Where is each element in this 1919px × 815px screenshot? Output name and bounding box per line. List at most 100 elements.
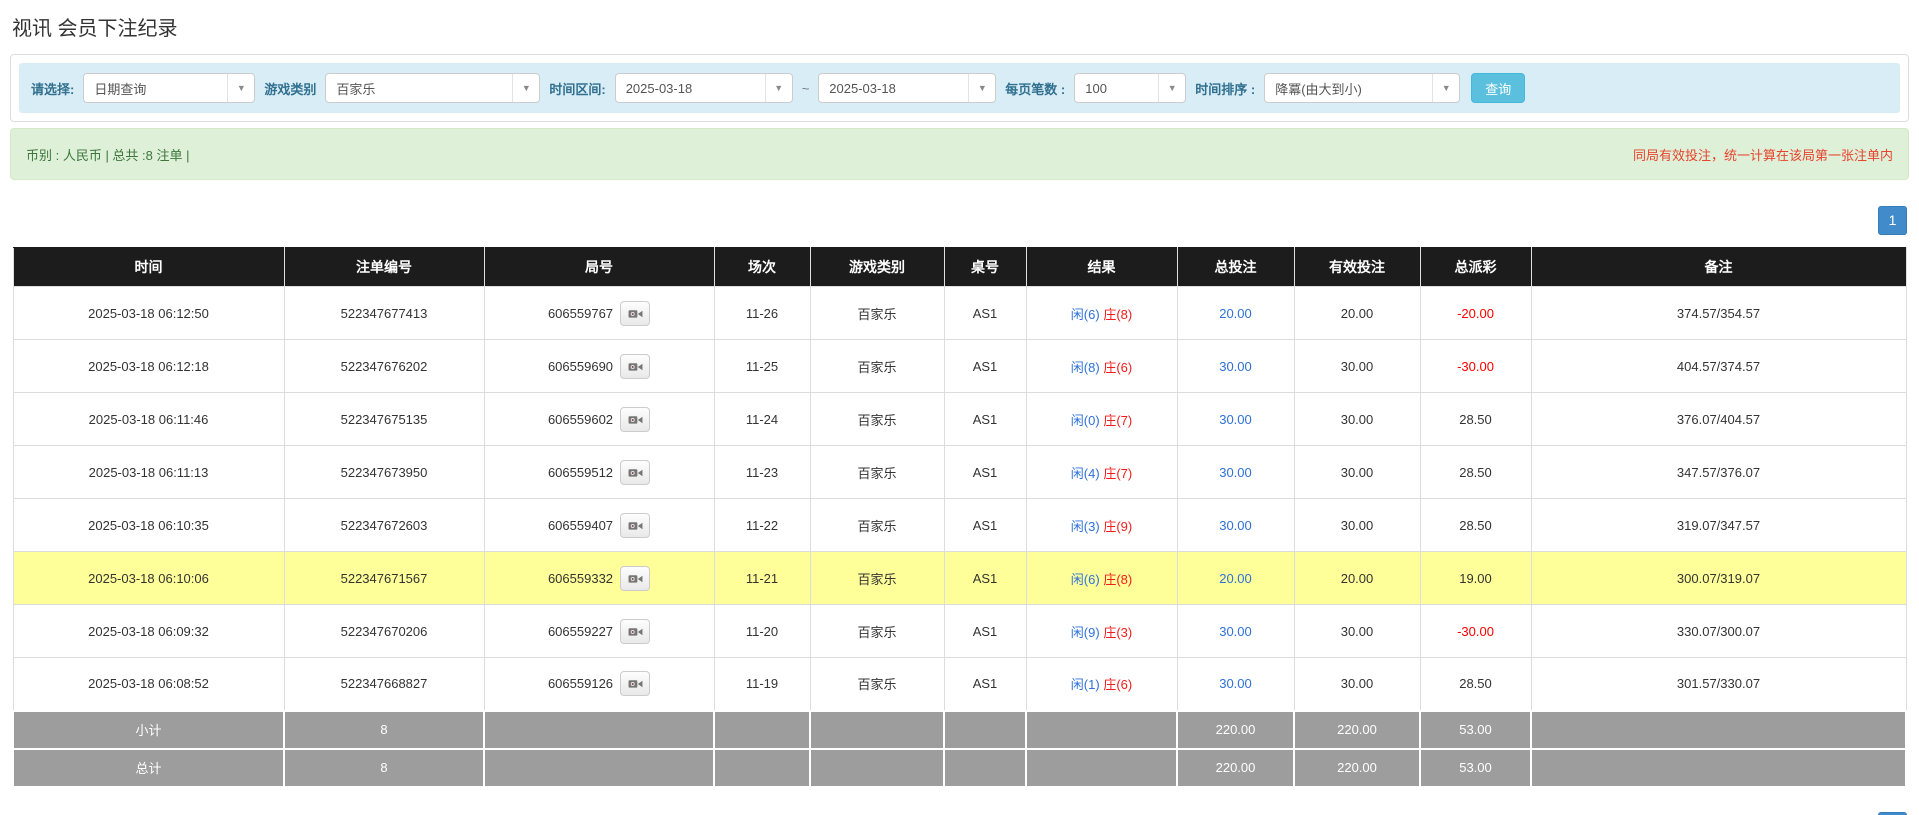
cell-total-bet-link[interactable]: 30.00 — [1176, 498, 1295, 552]
grandtotal-row: 总计 8 220.00 220.00 53.00 — [12, 747, 1907, 788]
result-banker: 庄(7) — [1103, 465, 1133, 481]
filter-bar: 请选择: 日期查询 ▼ 游戏类别 百家乐 ▼ 时间区间: 2025-03-18 … — [19, 63, 1900, 113]
video-replay-button[interactable] — [620, 406, 651, 432]
cell-total-bet-link[interactable]: 20.00 — [1176, 551, 1295, 605]
cell-result: 闲(3) 庄(9) — [1025, 498, 1178, 552]
pagination-bottom: 1 — [12, 811, 1907, 815]
result-banker: 庄(8) — [1103, 571, 1133, 587]
cell-total-bet-link[interactable]: 30.00 — [1176, 604, 1295, 658]
cell-session: 11-26 — [713, 286, 811, 340]
date-to-picker[interactable]: 2025-03-18 ▼ — [818, 73, 997, 103]
video-camera-icon — [628, 362, 642, 371]
cell-remark: 300.07/319.07 — [1530, 551, 1907, 605]
cell-total-bet-link[interactable]: 30.00 — [1176, 392, 1295, 446]
column-header-round-no: 局号 — [483, 247, 715, 287]
cell-game: 百家乐 — [809, 392, 945, 446]
cell-valid-bet: 30.00 — [1293, 445, 1421, 499]
cell-bet-no: 522347677413 — [283, 286, 485, 340]
cell-bet-no: 522347676202 — [283, 339, 485, 393]
select-type-label: 请选择: — [31, 81, 75, 97]
page-title: 视讯 会员下注纪录 — [12, 18, 178, 40]
cell-table-no: AS1 — [943, 392, 1027, 446]
game-category-label: 游戏类别 — [264, 81, 317, 97]
cell-bet-no: 522347672603 — [283, 498, 485, 552]
cell-total-bet-link[interactable]: 30.00 — [1176, 657, 1295, 711]
cell-session: 11-20 — [713, 604, 811, 658]
cell-remark: 376.07/404.57 — [1530, 392, 1907, 446]
cell-remark: 404.57/374.57 — [1530, 339, 1907, 393]
cell-result: 闲(0) 庄(7) — [1025, 392, 1178, 446]
video-replay-button[interactable] — [620, 512, 651, 538]
video-replay-button[interactable] — [620, 671, 651, 697]
cell-bet-no: 522347668827 — [283, 657, 485, 711]
cell-remark: 374.57/354.57 — [1530, 286, 1907, 340]
cell-table-no: AS1 — [943, 604, 1027, 658]
page-size-dropdown[interactable]: 100 ▼ — [1074, 73, 1187, 103]
video-camera-icon — [628, 521, 642, 530]
round-number: 606559227 — [547, 623, 614, 639]
result-player: 闲(0) — [1070, 412, 1100, 428]
cell-result: 闲(6) 庄(8) — [1025, 286, 1178, 340]
time-sort-dropdown[interactable]: 降冪(由大到小) ▼ — [1264, 73, 1461, 103]
video-replay-button[interactable] — [620, 618, 651, 644]
chevron-down-icon: ▼ — [227, 74, 254, 102]
cell-payout: -30.00 — [1419, 604, 1532, 658]
pagination-top: 1 — [12, 206, 1907, 235]
cell-valid-bet: 20.00 — [1293, 551, 1421, 605]
query-type-dropdown[interactable]: 日期查询 ▼ — [83, 73, 256, 103]
cell-game: 百家乐 — [809, 551, 945, 605]
column-header-game: 游戏类别 — [809, 247, 945, 287]
video-replay-button[interactable] — [620, 565, 651, 591]
result-player: 闲(6) — [1070, 306, 1100, 322]
filter-panel: 请选择: 日期查询 ▼ 游戏类别 百家乐 ▼ 时间区间: 2025-03-18 … — [10, 54, 1909, 122]
result-banker: 庄(8) — [1103, 306, 1133, 322]
video-camera-icon — [628, 468, 642, 477]
cell-round-no: 606559332 — [483, 551, 715, 605]
cell-table-no: AS1 — [943, 657, 1027, 711]
cell-game: 百家乐 — [809, 604, 945, 658]
page-size-label: 每页笔数 : — [1005, 81, 1066, 97]
column-header-valid-bet: 有效投注 — [1293, 247, 1421, 287]
column-header-result: 结果 — [1025, 247, 1178, 287]
time-sort-label: 时间排序 : — [1195, 81, 1256, 97]
cell-round-no: 606559602 — [483, 392, 715, 446]
video-replay-button[interactable] — [620, 300, 651, 326]
cell-bet-no: 522347673950 — [283, 445, 485, 499]
column-header-time: 时间 — [12, 247, 285, 287]
date-from-picker[interactable]: 2025-03-18 ▼ — [614, 73, 793, 103]
cell-payout: 19.00 — [1419, 551, 1532, 605]
result-player: 闲(6) — [1070, 571, 1100, 587]
cell-total-bet-link[interactable]: 30.00 — [1176, 445, 1295, 499]
cell-time: 2025-03-18 06:11:13 — [12, 445, 285, 499]
cell-payout: 28.50 — [1419, 657, 1532, 711]
cell-result: 闲(4) 庄(7) — [1025, 445, 1178, 499]
cell-session: 11-22 — [713, 498, 811, 552]
table-row: 2025-03-18 06:11:46 522347675135 6065596… — [12, 392, 1907, 446]
cell-total-bet-link[interactable]: 20.00 — [1176, 286, 1295, 340]
cell-remark: 347.57/376.07 — [1530, 445, 1907, 499]
query-button[interactable]: 查询 — [1471, 73, 1526, 103]
cell-payout: 28.50 — [1419, 498, 1532, 552]
cell-payout: 28.50 — [1419, 392, 1532, 446]
page-1-button[interactable]: 1 — [1878, 206, 1907, 235]
page-1-button-bottom[interactable]: 1 — [1878, 811, 1907, 815]
result-banker: 庄(6) — [1103, 359, 1133, 375]
cell-round-no: 606559126 — [483, 657, 715, 711]
cell-valid-bet: 30.00 — [1293, 657, 1421, 711]
subtotal-payout: 53.00 — [1419, 709, 1532, 750]
game-category-dropdown[interactable]: 百家乐 ▼ — [325, 73, 541, 103]
table-header-row: 时间 注单编号 局号 场次 游戏类别 桌号 结果 总投注 有效投注 总派彩 备注 — [12, 247, 1907, 287]
video-replay-button[interactable] — [620, 459, 651, 485]
cell-valid-bet: 20.00 — [1293, 286, 1421, 340]
video-replay-button[interactable] — [620, 353, 651, 379]
cell-result: 闲(8) 庄(6) — [1025, 339, 1178, 393]
cell-total-bet-link[interactable]: 30.00 — [1176, 339, 1295, 393]
table-body: 2025-03-18 06:12:50 522347677413 6065597… — [12, 286, 1907, 711]
round-number: 606559602 — [547, 411, 614, 427]
cell-time: 2025-03-18 06:11:46 — [12, 392, 285, 446]
cell-table-no: AS1 — [943, 286, 1027, 340]
result-banker: 庄(6) — [1103, 677, 1133, 693]
cell-game: 百家乐 — [809, 498, 945, 552]
grandtotal-payout: 53.00 — [1419, 747, 1532, 788]
chevron-down-icon: ▼ — [1158, 74, 1185, 102]
